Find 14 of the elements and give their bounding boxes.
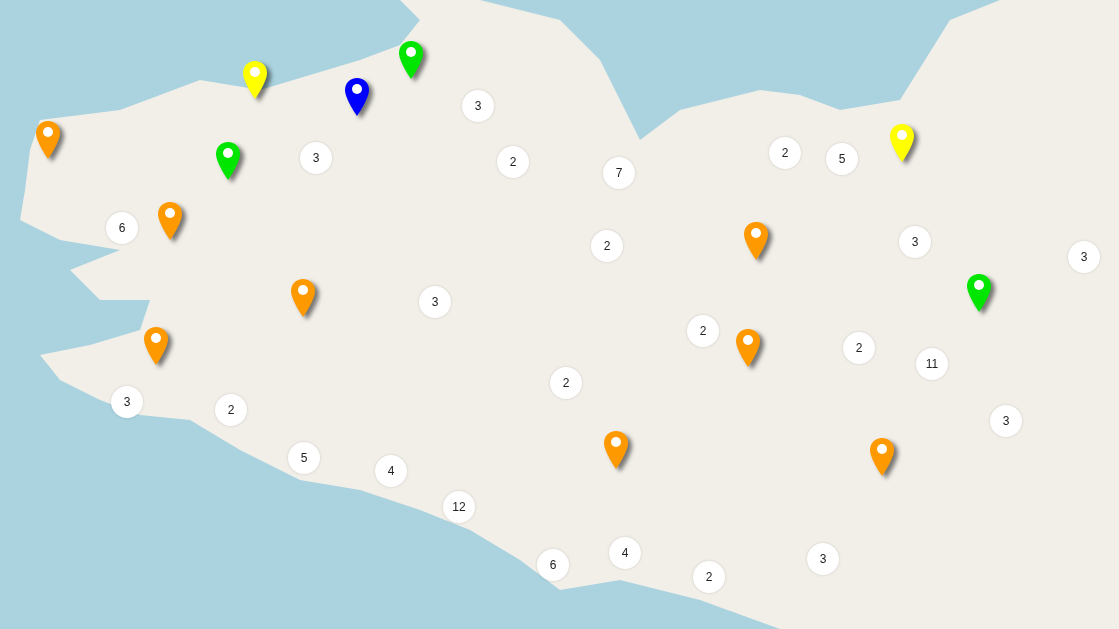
map-pin-icon[interactable]	[215, 141, 241, 181]
map-pin-icon[interactable]	[603, 430, 629, 470]
map-pin-icon[interactable]	[344, 77, 370, 117]
map-pin-icon[interactable]	[35, 120, 61, 160]
map-pin-icon[interactable]	[743, 221, 769, 261]
map-pin-icon[interactable]	[398, 40, 424, 80]
map-pin-icon[interactable]	[157, 201, 183, 241]
map-pin-icon[interactable]	[966, 273, 992, 313]
map-pin-icon[interactable]	[242, 60, 268, 100]
map-pin-icon[interactable]	[143, 326, 169, 366]
map-pin-icon[interactable]	[290, 278, 316, 318]
map-pin-icon[interactable]	[735, 328, 761, 368]
map-pin-icon[interactable]	[869, 437, 895, 477]
map-pin-icon[interactable]	[889, 123, 915, 163]
